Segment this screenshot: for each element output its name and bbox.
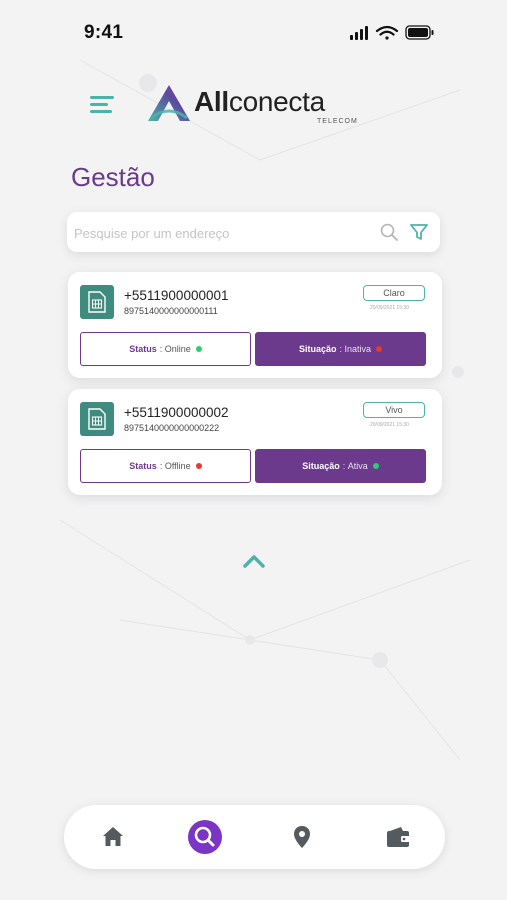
signal-icon xyxy=(350,26,368,40)
status-label: Status xyxy=(129,461,157,471)
situation-value: Inativa xyxy=(344,344,372,354)
system-status-icons xyxy=(350,25,434,40)
nav-search-button[interactable] xyxy=(188,820,222,854)
sim-line-card[interactable]: +5511900000002 8975140000000000222 Vivo … xyxy=(68,389,442,495)
iccid-number: 8975140000000000111 xyxy=(124,306,218,316)
filter-icon[interactable] xyxy=(409,222,429,242)
brand-subtitle: TELECOM xyxy=(317,118,358,125)
location-pin-icon[interactable] xyxy=(286,821,318,853)
search-input[interactable] xyxy=(72,220,366,246)
situation-button[interactable]: Situação: Ativa xyxy=(255,449,426,483)
status-bar: 9:41 xyxy=(0,0,507,60)
wifi-icon xyxy=(375,25,399,40)
situation-dot-icon xyxy=(376,346,383,352)
status-dot-icon xyxy=(195,463,202,469)
brand-name: Allconecta xyxy=(194,86,325,117)
iccid-number: 8975140000000000222 xyxy=(124,423,220,433)
wallet-icon[interactable] xyxy=(382,821,414,853)
timestamp: 20/09/2021 15:30 xyxy=(370,422,409,428)
search-icon xyxy=(194,826,215,847)
status-label: Status xyxy=(129,344,157,354)
status-dot-icon xyxy=(195,346,202,352)
home-icon[interactable] xyxy=(97,821,129,853)
status-button[interactable]: Status: Online xyxy=(80,332,251,366)
status-value: Offline xyxy=(164,461,191,471)
carrier-badge: Vivo xyxy=(363,402,425,418)
situation-value: Ativa xyxy=(347,461,368,471)
menu-icon[interactable] xyxy=(90,96,114,114)
status-value: Online xyxy=(164,344,191,354)
timestamp: 20/09/2021 15:30 xyxy=(370,305,409,311)
bottom-navigation xyxy=(64,805,445,869)
clock: 9:41 xyxy=(84,22,124,43)
search-icon[interactable] xyxy=(379,222,399,242)
sim-line-card[interactable]: +5511900000001 8975140000000000111 Claro… xyxy=(68,272,442,378)
situation-button[interactable]: Situação: Inativa xyxy=(255,332,426,366)
page-title: Gestão xyxy=(71,162,155,192)
sim-card-icon xyxy=(80,402,114,436)
phone-number: +5511900000002 xyxy=(124,405,229,420)
phone-number: +5511900000001 xyxy=(124,288,229,303)
chevron-up-icon[interactable] xyxy=(242,553,266,569)
situation-dot-icon xyxy=(372,463,379,469)
situation-label: Situação xyxy=(298,344,337,354)
status-button[interactable]: Status: Offline xyxy=(80,449,251,483)
search-bar xyxy=(67,212,440,252)
allconecta-logo-icon xyxy=(148,85,190,121)
battery-icon xyxy=(405,25,434,40)
situation-label: Situação xyxy=(302,461,340,471)
carrier-badge: Claro xyxy=(363,285,425,301)
sim-card-icon xyxy=(80,285,114,319)
